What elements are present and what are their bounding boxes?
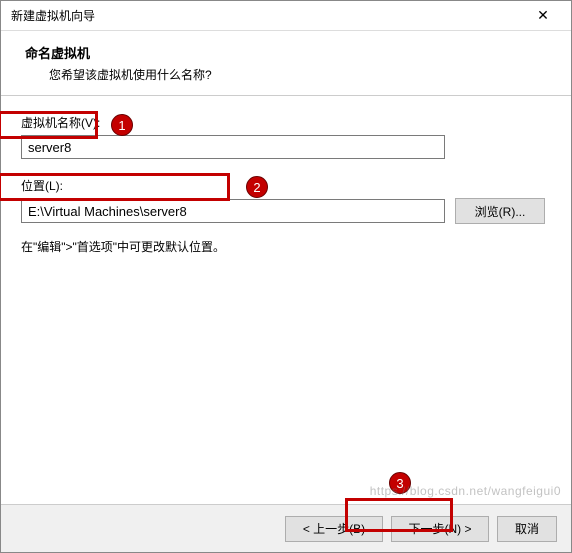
wizard-content: 虚拟机名称(V): 位置(L): 浏览(R)... 在"编辑">"首选项"中可更… [1,96,571,504]
location-input[interactable] [21,199,445,223]
default-location-hint: 在"编辑">"首选项"中可更改默认位置。 [21,238,551,255]
location-row: 浏览(R)... [21,198,551,224]
vm-name-input[interactable] [21,135,445,159]
cancel-button[interactable]: 取消 [497,516,557,542]
wizard-step-title: 命名虚拟机 [1,43,571,62]
window-title: 新建虚拟机向导 [11,7,95,24]
wizard-window: 新建虚拟机向导 ✕ 命名虚拟机 您希望该虚拟机使用什么名称? 虚拟机名称(V):… [0,0,572,553]
vm-name-label: 虚拟机名称(V): [21,114,551,131]
titlebar: 新建虚拟机向导 ✕ [1,1,571,31]
back-button[interactable]: < 上一步(B) [285,516,383,542]
wizard-footer: < 上一步(B) 下一步(N) > 取消 [1,504,571,552]
wizard-header: 命名虚拟机 您希望该虚拟机使用什么名称? [1,31,571,96]
close-icon: ✕ [537,7,549,24]
close-button[interactable]: ✕ [523,2,563,30]
location-label: 位置(L): [21,177,551,194]
wizard-step-subtitle: 您希望该虚拟机使用什么名称? [1,62,571,83]
next-button[interactable]: 下一步(N) > [391,516,489,542]
browse-button[interactable]: 浏览(R)... [455,198,545,224]
